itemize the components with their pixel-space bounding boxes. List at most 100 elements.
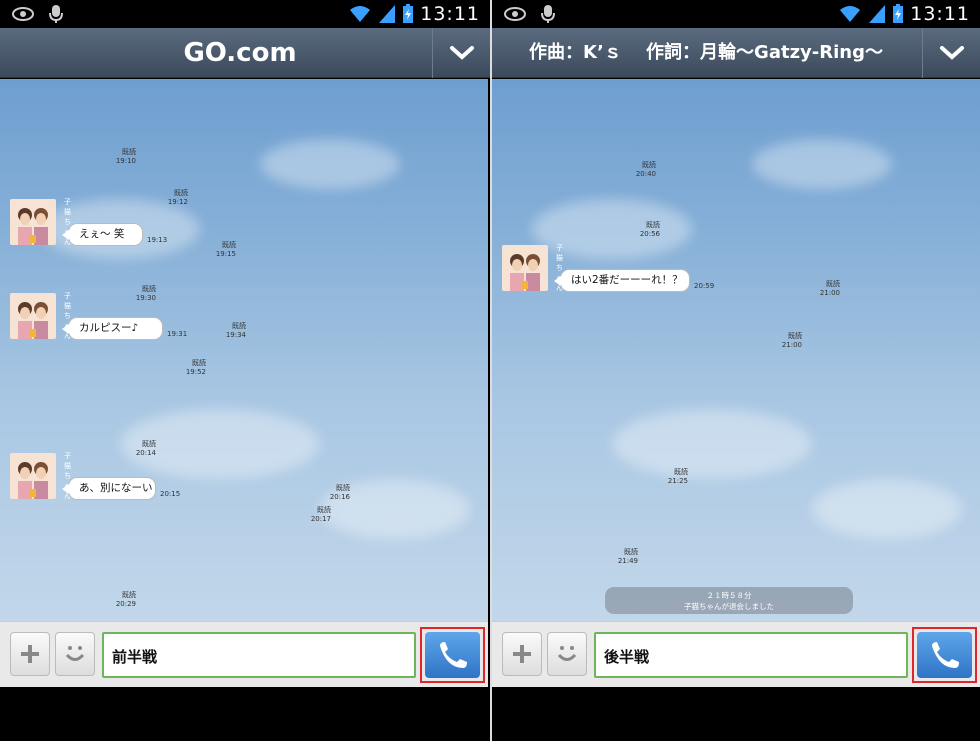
- message-bubble[interactable]: あ、別になーい: [62, 477, 156, 500]
- chevron-down-icon: [449, 46, 474, 60]
- input-bar: 前半戦: [0, 621, 488, 687]
- phone-icon: [931, 642, 959, 668]
- message-time: 21:49: [617, 556, 638, 565]
- message-bubble[interactable]: えぇ～ 笑: [62, 223, 143, 246]
- chat-area[interactable]: さぁ飲んで飲んでもっと飲んで（オーケー！） 狙うあの子 ロックオンで！(HEEE…: [0, 79, 488, 621]
- read-status: 既読: [336, 483, 350, 492]
- nav-bar-area: [492, 687, 980, 741]
- nav-bar-area: [0, 687, 490, 741]
- kitten-avatar-image: [10, 199, 56, 245]
- message-time: 19:34: [225, 330, 246, 339]
- battery-charging-icon: [403, 4, 414, 23]
- call-button[interactable]: [917, 632, 972, 678]
- message-time: 20:29: [115, 599, 136, 608]
- chat-title: GO.com: [183, 38, 297, 68]
- kitten-avatar-image: [502, 245, 548, 291]
- message-time: 21:00: [819, 288, 840, 297]
- battery-charging-icon: [893, 4, 904, 23]
- left-phone-screen: 13:11 GO.com さぁ飲んで飲んでもっと飲んで（オーケー！） 狙うあの子…: [0, 0, 490, 741]
- sender-avatar[interactable]: [502, 245, 548, 291]
- read-status: 既読: [192, 359, 206, 367]
- read-status: 既読: [826, 279, 840, 288]
- smiley-icon: [65, 646, 85, 661]
- cloud-decoration: [612, 409, 812, 479]
- message-input[interactable]: 後半戦: [594, 632, 908, 678]
- message-time: 19:31: [167, 329, 188, 338]
- message-time: 20:59: [694, 281, 715, 290]
- message-read-meta: 既読 20:17: [297, 506, 331, 524]
- eye-icon: [12, 7, 34, 21]
- message-time: 20:15: [160, 489, 181, 498]
- read-status: 既読: [142, 284, 156, 293]
- message-read-meta: 既読 19:15: [202, 241, 236, 259]
- cloud-decoration: [752, 139, 892, 189]
- sticker-button[interactable]: [55, 632, 95, 676]
- message-read-meta: 既読 19:52: [172, 359, 206, 377]
- message-time: 20:14: [135, 448, 156, 457]
- system-notice: ２１時５８分 子猫ちゃんが退会しました: [605, 587, 853, 614]
- message-time: 20:40: [635, 170, 656, 178]
- menu-toggle-button[interactable]: [922, 28, 980, 78]
- cloud-decoration: [812, 479, 962, 539]
- microphone-icon: [541, 5, 555, 23]
- chat-title: 作曲：K’ｓ 作詞：月輪～Gatzy-Ring～: [529, 42, 883, 63]
- message-time: 19:13: [147, 235, 168, 244]
- message-time: 20:16: [329, 492, 350, 501]
- message-read-meta: 既読 20:40: [622, 161, 656, 179]
- sender-avatar[interactable]: [10, 199, 56, 245]
- notice-text: 子猫ちゃんが退会しました: [684, 602, 774, 611]
- wifi-icon: [840, 6, 861, 22]
- read-status: 既読: [788, 331, 802, 340]
- message-read-meta: 既読 21:00: [806, 280, 840, 298]
- read-status: 既読: [174, 189, 188, 197]
- wifi-icon: [350, 6, 371, 22]
- add-button[interactable]: [10, 632, 50, 676]
- message-read-meta: 既読 19:10: [102, 148, 136, 166]
- eye-icon: [504, 7, 526, 21]
- message-input[interactable]: 前半戦: [102, 632, 416, 678]
- read-status: 既読: [317, 505, 331, 514]
- read-status: 既読: [122, 590, 136, 599]
- message-read-meta: 既読 19:34: [212, 322, 246, 340]
- message-read-meta: 既読 21:49: [604, 548, 638, 566]
- cloud-decoration: [260, 139, 400, 189]
- sticker-button[interactable]: [547, 632, 587, 676]
- message-bubble[interactable]: はい2番だーーーれ！？: [554, 269, 690, 292]
- plus-icon: [21, 645, 39, 663]
- message-time: 19:10: [115, 156, 136, 165]
- kitten-avatar-image: [10, 453, 56, 499]
- add-button[interactable]: [502, 632, 542, 676]
- read-status: 既読: [222, 241, 236, 249]
- signal-icon: [869, 5, 886, 23]
- read-status: 既読: [122, 147, 136, 156]
- smiley-icon: [557, 646, 577, 661]
- message-time: 21:00: [781, 340, 802, 349]
- call-button-highlight: [420, 627, 485, 683]
- status-time: 13:11: [910, 3, 970, 25]
- read-status: 既読: [232, 321, 246, 330]
- message-bubble[interactable]: カルピスー♪: [62, 317, 163, 340]
- message-read-meta: 既読 19:30: [122, 285, 156, 303]
- message-time: 19:52: [185, 368, 206, 376]
- notice-time: ２１時５８分: [706, 591, 752, 600]
- signal-icon: [379, 5, 396, 23]
- read-status: 既読: [674, 468, 688, 476]
- status-bar: 13:11: [0, 0, 490, 28]
- chat-title-bar: GO.com: [0, 28, 490, 78]
- message-read-meta: 既読 20:29: [102, 591, 136, 609]
- menu-toggle-button[interactable]: [432, 28, 490, 78]
- message-time: 19:12: [167, 198, 188, 206]
- message-read-meta: 既読 21:25: [654, 468, 688, 486]
- message-time: 20:17: [310, 514, 331, 523]
- status-bar: 13:11: [492, 0, 980, 28]
- message-read-meta: 既読 20:56: [626, 221, 660, 239]
- message-time: 21:25: [667, 477, 688, 485]
- message-read-meta: 既読 20:16: [316, 484, 350, 502]
- sender-avatar[interactable]: [10, 293, 56, 339]
- message-read-meta: 既読 19:12: [154, 189, 188, 207]
- chat-area[interactable]: ２１時５８分 子猫ちゃんが退会しました 飲んでますか酔ってますか ■■■■■ます…: [492, 79, 980, 621]
- kitten-avatar-image: [10, 293, 56, 339]
- call-button[interactable]: [425, 632, 480, 678]
- sender-avatar[interactable]: [10, 453, 56, 499]
- right-phone-screen: 13:11 作曲：K’ｓ 作詞：月輪～Gatzy-Ring～ ２１時５８分 子猫…: [490, 0, 980, 741]
